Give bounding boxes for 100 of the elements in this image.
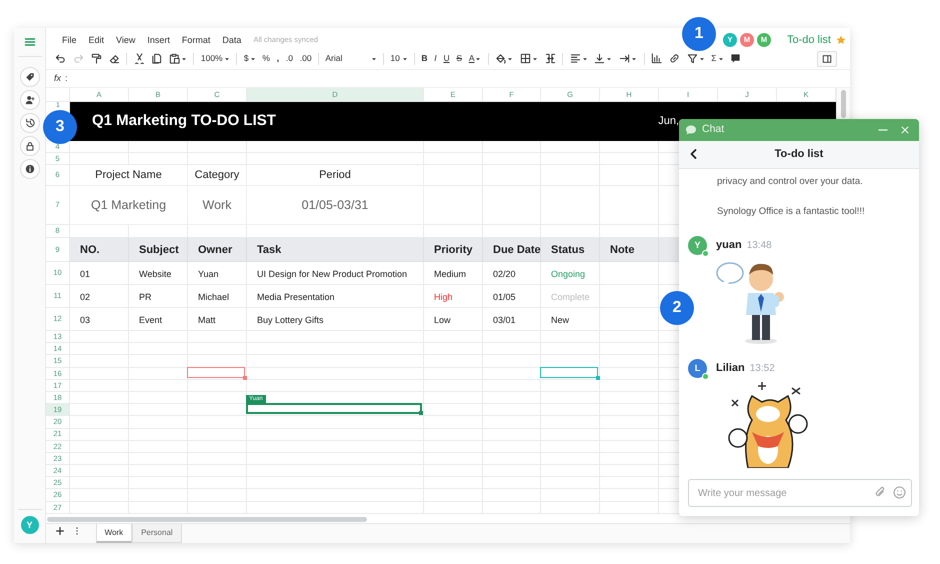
author-name: Lilian [716,360,745,376]
caret-icon [507,56,514,62]
menu-item[interactable]: Data [216,34,248,46]
plus-icon [55,526,66,536]
horizontal-scrollbar[interactable] [47,516,367,522]
formula-label: fx [54,72,62,85]
cell-selection[interactable] [187,366,245,378]
message-text: Synology Office is a fantastic tool!!! [716,205,866,220]
cell-selection[interactable] [246,403,422,414]
table-cell-text: Medium [433,268,468,280]
table-cell-text: 02 [79,290,92,304]
eraser-icon [108,53,120,64]
zoom-dropdown[interactable]: 100% [197,52,234,65]
decrease-decimal-button[interactable]: .0 [282,52,296,65]
vertical-scrollbar[interactable] [841,90,846,118]
table-cell-text: Website [138,268,172,280]
italic-button[interactable]: I [430,52,440,65]
comment-icon [730,53,742,64]
bold-button[interactable]: B [418,52,431,65]
caret-icon [606,56,612,62]
wrap-icon [619,53,630,64]
lock-button[interactable] [20,136,40,156]
caret-icon [698,56,705,62]
table-cell-text: New [550,314,570,326]
sum-button[interactable]: Σ [708,52,727,65]
formula-separator: : [65,72,68,85]
filter-icon [686,53,698,64]
caret-icon [402,56,408,62]
menu-item[interactable]: Format [176,34,216,46]
copy-icon [151,53,162,64]
lock-icon [24,141,34,151]
sidebar-icon [822,54,832,64]
menu-item[interactable]: View [110,34,142,46]
increase-decimal-button[interactable]: .00 [296,52,315,65]
comma-button[interactable]: , [273,52,282,65]
percent-button[interactable]: % [258,52,274,65]
message-time: 13:48 [746,238,772,252]
message-text: privacy and control over your data. [716,175,864,189]
table-cell-text: 01/05 [492,290,517,304]
clipboard-icon [169,53,180,64]
paperclip-icon[interactable] [874,486,887,499]
borders-icon [520,53,532,64]
menu-item[interactable]: Edit [82,34,110,46]
table-cell-text: Low [433,314,452,326]
table-cell-text: High [433,290,454,304]
user-avatar[interactable]: Y [20,516,38,534]
callout-badge: 1 [682,17,716,51]
document-title: To-do list [786,32,831,48]
align-bottom-icon [594,53,606,64]
font-size-dropdown[interactable]: 10 [386,52,411,65]
merge-icon [544,53,556,64]
tag-icon [24,72,34,82]
panel-toggle-button[interactable] [817,50,837,66]
scissors-icon [134,53,145,64]
conversation-title: To-do list [774,147,824,162]
text-color-button[interactable]: A [465,52,485,65]
info-button[interactable] [20,159,40,179]
sheet-tab[interactable]: Personal [132,524,182,543]
tag-button[interactable] [20,67,40,87]
strikethrough-button[interactable]: S [452,52,466,65]
history-button[interactable] [20,113,40,133]
chart-icon [650,53,662,64]
menu-item[interactable]: Insert [141,34,176,46]
info-icon [24,164,34,174]
menu-icon[interactable] [24,36,36,48]
column-title: Status [541,238,600,262]
add-user-button[interactable] [20,90,40,110]
menu-item[interactable]: File [56,34,83,46]
caret-icon [250,56,256,62]
user-avatar[interactable]: Y [688,236,707,254]
column-title: NO. [70,238,129,262]
link-icon [668,53,680,64]
sheet-tab[interactable]: Work [96,524,132,543]
caret-icon [582,56,588,62]
caret-icon [718,56,724,62]
table-cell-text: Event [138,314,164,326]
caret-icon [532,56,538,62]
message-field[interactable]: Write your message [688,479,912,507]
table-cell-text: Complete [550,290,591,304]
table-cell-text: 03/01 [492,314,517,326]
field-label: Category [188,165,247,186]
table-cell-text: Ongoing [550,268,586,281]
caret-icon [631,56,638,62]
currency-button[interactable]: $ [240,52,259,65]
table-cell-text: 03 [79,314,92,326]
field-label: Project Name [70,165,188,186]
field-value: Work [188,186,247,225]
star-icon[interactable] [836,35,846,45]
table-cell-text: UI Design for New Product Promotion [256,268,408,281]
column-title: Subject [129,238,188,262]
user-avatar[interactable]: L [688,358,707,378]
table-cell-text: Michael [197,290,230,304]
cell-selection[interactable] [540,366,598,378]
message-time: 13:52 [750,362,775,376]
font-dropdown[interactable]: Arial [322,52,380,65]
author-name: yuan [716,238,742,253]
underline-button[interactable]: U [440,52,453,65]
table-cell-text: Media Presentation [256,290,336,304]
table-cell-text: 02/20 [492,268,517,280]
caret-icon [475,56,482,62]
